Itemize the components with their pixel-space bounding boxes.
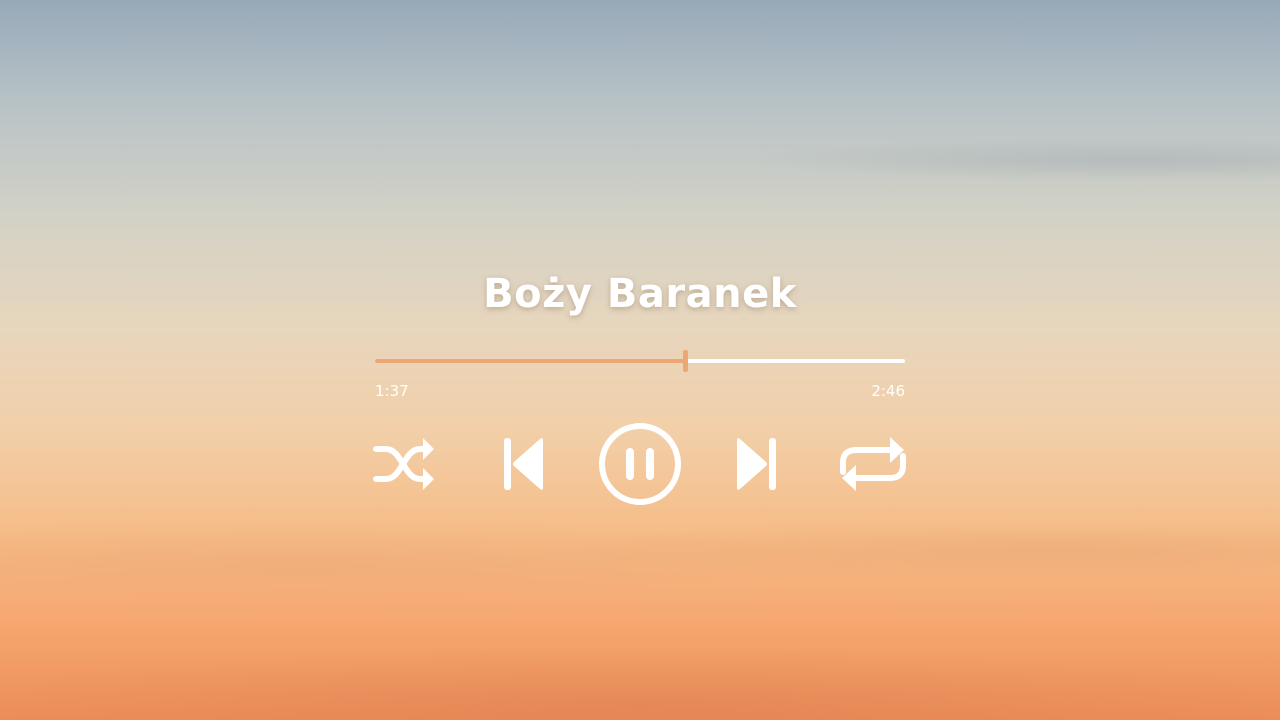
repeat-icon [838, 434, 908, 494]
elapsed-time: 1:37 [375, 382, 409, 400]
shuffle-icon [372, 436, 436, 492]
repeat-button[interactable] [838, 434, 908, 494]
progress-bar[interactable] [375, 350, 905, 372]
shuffle-button[interactable] [372, 436, 436, 492]
skip-next-icon [733, 436, 777, 492]
progress-fill [375, 359, 685, 363]
pause-icon [597, 421, 683, 507]
pause-button[interactable] [597, 421, 683, 507]
progress-thumb[interactable] [683, 350, 688, 372]
track-title: Boży Baranek [483, 271, 797, 317]
skip-previous-icon [503, 436, 547, 492]
total-duration: 2:46 [871, 382, 905, 400]
music-player: Boży Baranek 1:37 2:46 [0, 0, 1280, 720]
next-track-button[interactable] [733, 436, 777, 492]
previous-track-button[interactable] [503, 436, 547, 492]
